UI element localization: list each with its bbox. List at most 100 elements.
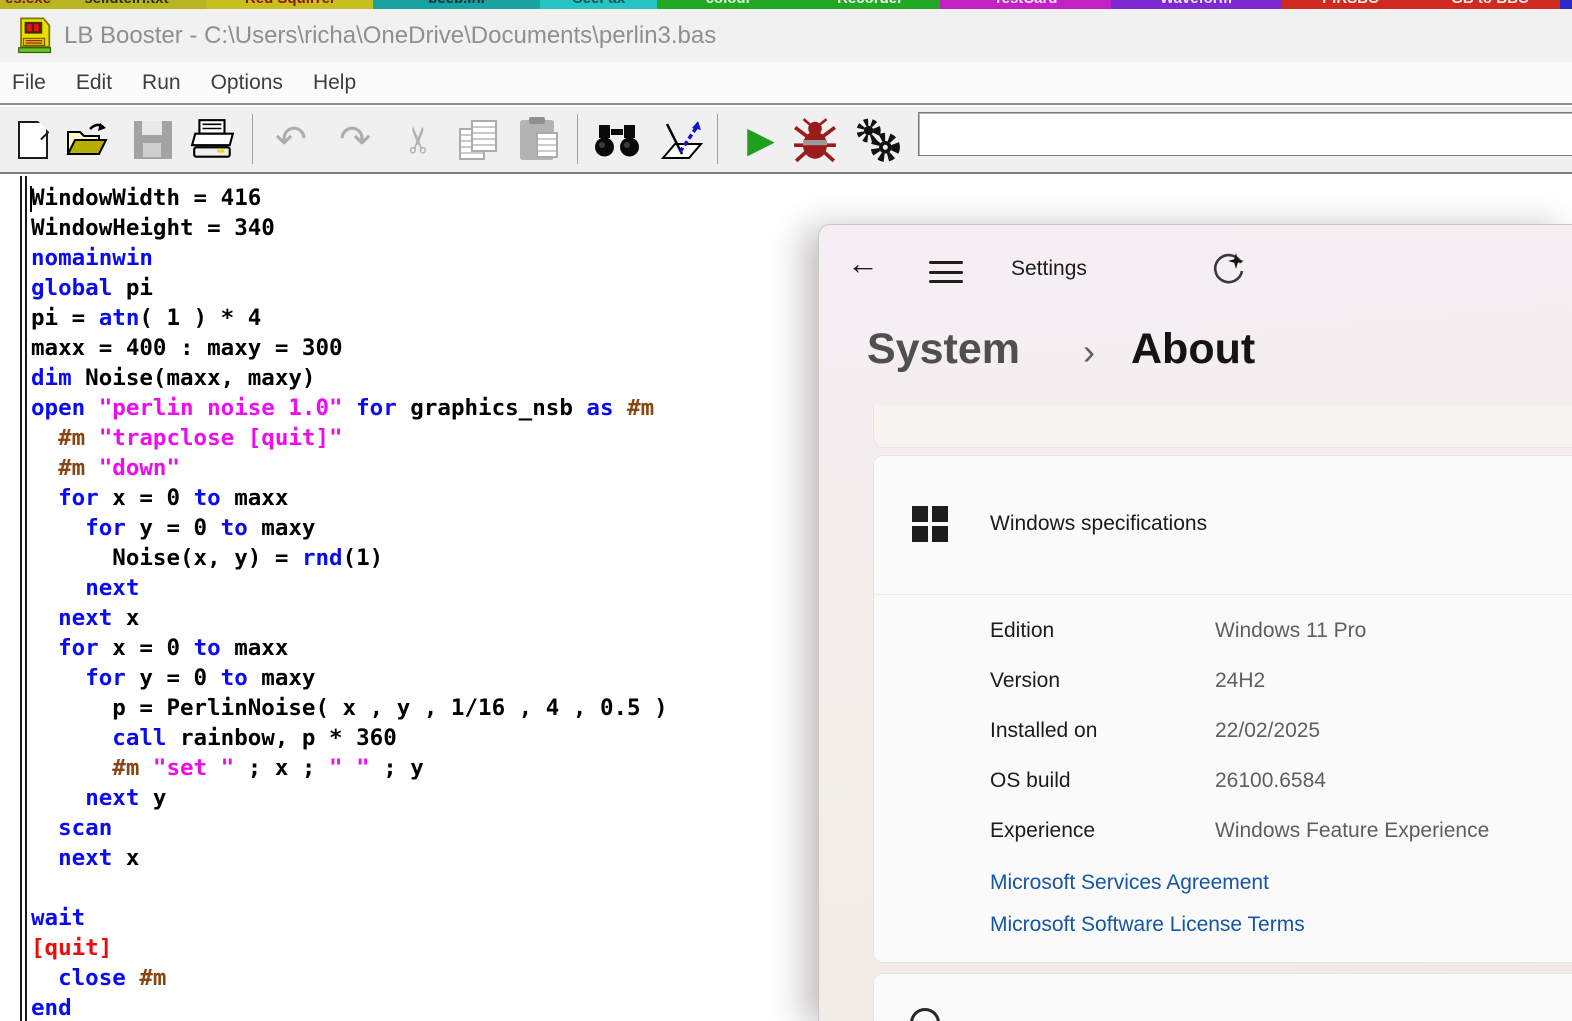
taskbar-item[interactable]: es.exe bbox=[0, 0, 56, 9]
paste-button[interactable] bbox=[512, 115, 562, 165]
save-floppy-icon bbox=[134, 121, 172, 159]
menu-help[interactable]: Help bbox=[313, 71, 356, 95]
taskbar-item[interactable]: Red Squirrel bbox=[206, 0, 373, 9]
debug-bug-icon bbox=[792, 118, 838, 162]
undo-button[interactable]: ↶ bbox=[266, 115, 316, 165]
menu-edit[interactable]: Edit bbox=[76, 71, 112, 95]
printer-icon bbox=[190, 119, 236, 161]
taskbar-item[interactable]: PiRSBC bbox=[1281, 0, 1420, 9]
taskbar-item[interactable]: selldtelri.txt - bbox=[56, 0, 206, 9]
taskbar-item[interactable]: GB to BBC bbox=[1420, 0, 1560, 9]
cut-button[interactable]: ✂ bbox=[394, 115, 444, 165]
taskbar-item[interactable]: Recorder bbox=[800, 0, 940, 9]
menu-options[interactable]: Options bbox=[211, 71, 283, 95]
find-button[interactable] bbox=[592, 115, 642, 165]
titlebar: LB Booster - C:\Users\richa\OneDrive\Doc… bbox=[0, 9, 1572, 62]
spec-rows: Edition Windows 11 Pro Version 24H2 Installe… bbox=[874, 606, 1572, 856]
code-line: WindowHeight = 340 bbox=[31, 213, 668, 243]
code-line: for y = 0 to maxy bbox=[31, 663, 668, 693]
code-line: for x = 0 to maxx bbox=[31, 483, 668, 513]
run-button[interactable]: ▶ bbox=[736, 115, 786, 165]
spec-label: Edition bbox=[990, 606, 1054, 656]
editor-border bbox=[0, 172, 1572, 175]
spec-value: 26100.6584 bbox=[1215, 756, 1326, 806]
check-syntax-icon bbox=[655, 117, 703, 163]
code-line: next bbox=[31, 573, 668, 603]
find-binoculars-icon bbox=[593, 121, 641, 159]
code-line: for x = 0 to maxx bbox=[31, 633, 668, 663]
spec-value: Windows Feature Experience bbox=[1215, 806, 1489, 856]
windows-logo-icon bbox=[912, 506, 948, 542]
link-microsoft-software-license-terms[interactable]: Microsoft Software License Terms bbox=[990, 904, 1305, 946]
compile-gears-icon bbox=[853, 118, 901, 162]
undo-icon: ↶ bbox=[275, 121, 307, 159]
spec-row: Version 24H2 bbox=[874, 656, 1572, 706]
code-line: dim Noise(maxx, maxy) bbox=[31, 363, 668, 393]
settings-window: ← Settings System › About Windows specif… bbox=[818, 224, 1572, 1021]
spec-row: Experience Windows Feature Experience bbox=[874, 806, 1572, 856]
code-line: next y bbox=[31, 783, 668, 813]
taskbar-item[interactable]: beeb.ini bbox=[373, 0, 540, 9]
taskbar-item[interactable]: Waveform bbox=[1111, 0, 1281, 9]
code-line: open "perlin noise 1.0" for graphics_nsb… bbox=[31, 393, 668, 423]
code-line: p = PerlinNoise( x , y , 1/16 , 4 , 0.5 … bbox=[31, 693, 668, 723]
settings-app-title: Settings bbox=[1011, 257, 1087, 281]
spec-value: Windows 11 Pro bbox=[1215, 606, 1366, 656]
paste-clipboard-icon bbox=[520, 120, 554, 160]
redo-button[interactable]: ↷ bbox=[330, 115, 380, 165]
run-play-icon: ▶ bbox=[747, 122, 775, 158]
save-file-button[interactable] bbox=[128, 115, 178, 165]
new-file-button[interactable] bbox=[8, 115, 58, 165]
code-line: next x bbox=[31, 843, 668, 873]
code-line: scan bbox=[31, 813, 668, 843]
command-input[interactable] bbox=[918, 112, 1572, 156]
spec-value: 22/02/2025 bbox=[1215, 706, 1320, 756]
copy-button[interactable] bbox=[452, 115, 502, 165]
code-line bbox=[31, 873, 668, 903]
spec-value: 24H2 bbox=[1215, 656, 1265, 706]
debug-button[interactable] bbox=[790, 115, 840, 165]
taskbar-item[interactable]: CeeFax bbox=[540, 0, 657, 9]
back-arrow-icon[interactable]: ← bbox=[847, 247, 879, 279]
compile-button[interactable] bbox=[852, 115, 902, 165]
menu-file[interactable]: File bbox=[12, 71, 46, 95]
code-line: #m "set " ; x ; " " ; y bbox=[31, 753, 668, 783]
link-microsoft-services-agreement[interactable]: Microsoft Services Agreement bbox=[990, 862, 1305, 904]
code-line: #m "trapclose [quit]" bbox=[31, 423, 668, 453]
menubar: File Edit Run Options Help bbox=[0, 62, 1572, 105]
code-line: global pi bbox=[31, 273, 668, 303]
code-line: maxx = 400 : maxy = 300 bbox=[31, 333, 668, 363]
spec-label: Installed on bbox=[990, 706, 1097, 756]
toolbar: ↶ ↷ ✂ ▶ bbox=[0, 107, 1572, 172]
code-line: [quit] bbox=[31, 933, 668, 963]
spec-row: Edition Windows 11 Pro bbox=[874, 606, 1572, 656]
code-line: WindowWidth = 416 bbox=[31, 183, 668, 213]
next-card-fragment bbox=[873, 973, 1572, 1021]
print-button[interactable] bbox=[188, 115, 238, 165]
editor-left-border bbox=[20, 176, 22, 1021]
breadcrumb-system[interactable]: System bbox=[867, 325, 1020, 374]
code-line: for y = 0 to maxy bbox=[31, 513, 668, 543]
cut-scissors-icon: ✂ bbox=[398, 125, 440, 155]
taskbar-item[interactable]: colour bbox=[657, 0, 800, 9]
code-line: Noise(x, y) = rnd(1) bbox=[31, 543, 668, 573]
taskbar-item[interactable] bbox=[1560, 0, 1572, 9]
spec-label: OS build bbox=[990, 756, 1071, 806]
redo-icon: ↷ bbox=[339, 121, 371, 159]
code-line: next x bbox=[31, 603, 668, 633]
taskbar-item[interactable]: TestCard bbox=[940, 0, 1111, 9]
check-syntax-button[interactable] bbox=[654, 115, 704, 165]
hamburger-menu-icon[interactable] bbox=[929, 261, 963, 283]
code-content: WindowWidth = 416WindowHeight = 340nomai… bbox=[31, 183, 668, 1021]
code-line: pi = atn( 1 ) * 4 bbox=[31, 303, 668, 333]
open-file-button[interactable] bbox=[62, 115, 112, 165]
divider bbox=[874, 594, 1572, 595]
spec-label: Version bbox=[990, 656, 1060, 706]
open-folder-icon bbox=[64, 120, 110, 160]
screen: es.exeselldtelri.txt -Red Squirrelbeeb.i… bbox=[0, 0, 1572, 1021]
menu-run[interactable]: Run bbox=[142, 71, 181, 95]
windows-specifications-card: Windows specifications EditionWindows 11… bbox=[873, 455, 1572, 963]
spec-label: Experience bbox=[990, 806, 1095, 856]
copilot-icon[interactable] bbox=[1211, 251, 1245, 285]
window-title: LB Booster - C:\Users\richa\OneDrive\Doc… bbox=[64, 9, 716, 62]
